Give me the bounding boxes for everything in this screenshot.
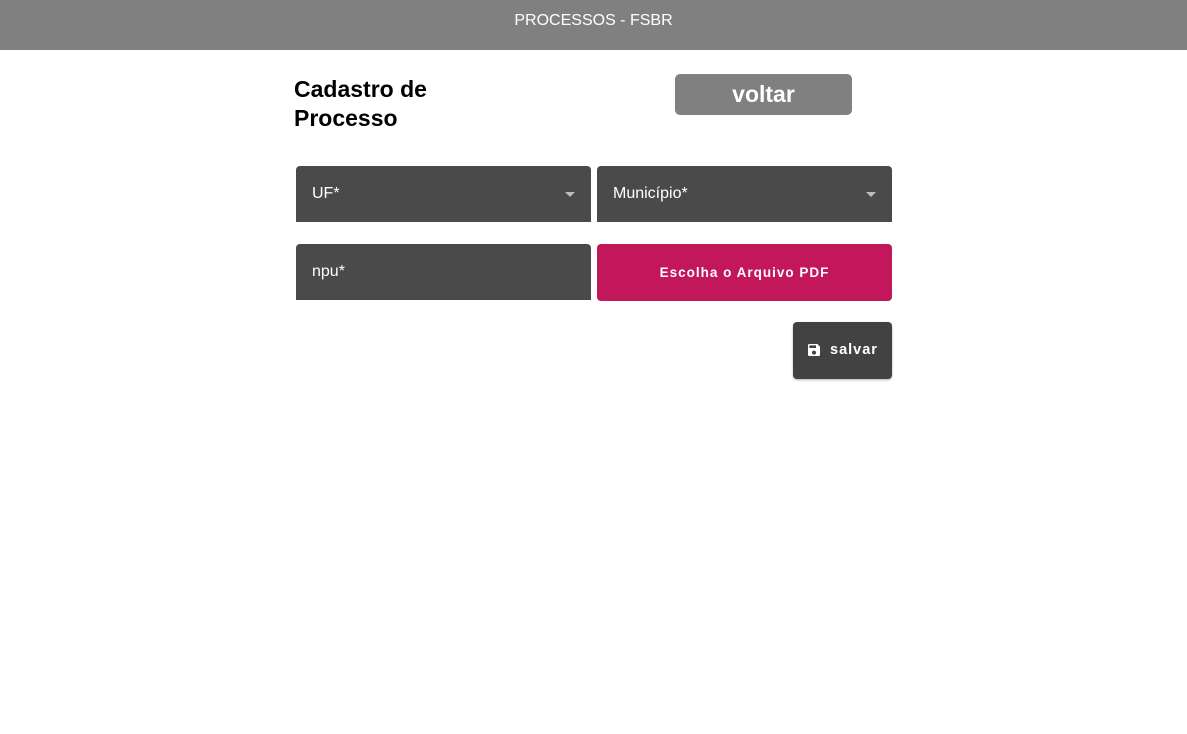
save-icon — [808, 344, 820, 356]
save-button[interactable]: salvar — [793, 322, 892, 379]
app-header: PROCESSOS - FSBR — [0, 0, 1187, 50]
back-button[interactable]: voltar — [675, 74, 852, 115]
npu-input-label: npu* — [312, 263, 345, 280]
chevron-down-icon — [866, 192, 876, 197]
npu-input[interactable]: npu* — [296, 244, 591, 300]
uf-select-label: UF* — [312, 185, 340, 202]
choose-pdf-button-label: Escolha o Arquivo PDF — [659, 265, 830, 280]
choose-pdf-button[interactable]: Escolha o Arquivo PDF — [597, 244, 892, 301]
back-button-label: voltar — [732, 81, 795, 107]
municipio-select[interactable]: Município* — [597, 166, 892, 222]
save-button-label: salvar — [830, 342, 878, 358]
page-title: Cadastro de Processo — [294, 76, 427, 131]
app-title: PROCESSOS - FSBR — [514, 12, 673, 29]
municipio-select-label: Município* — [613, 185, 688, 202]
uf-select[interactable]: UF* — [296, 166, 591, 222]
chevron-down-icon — [565, 192, 575, 197]
